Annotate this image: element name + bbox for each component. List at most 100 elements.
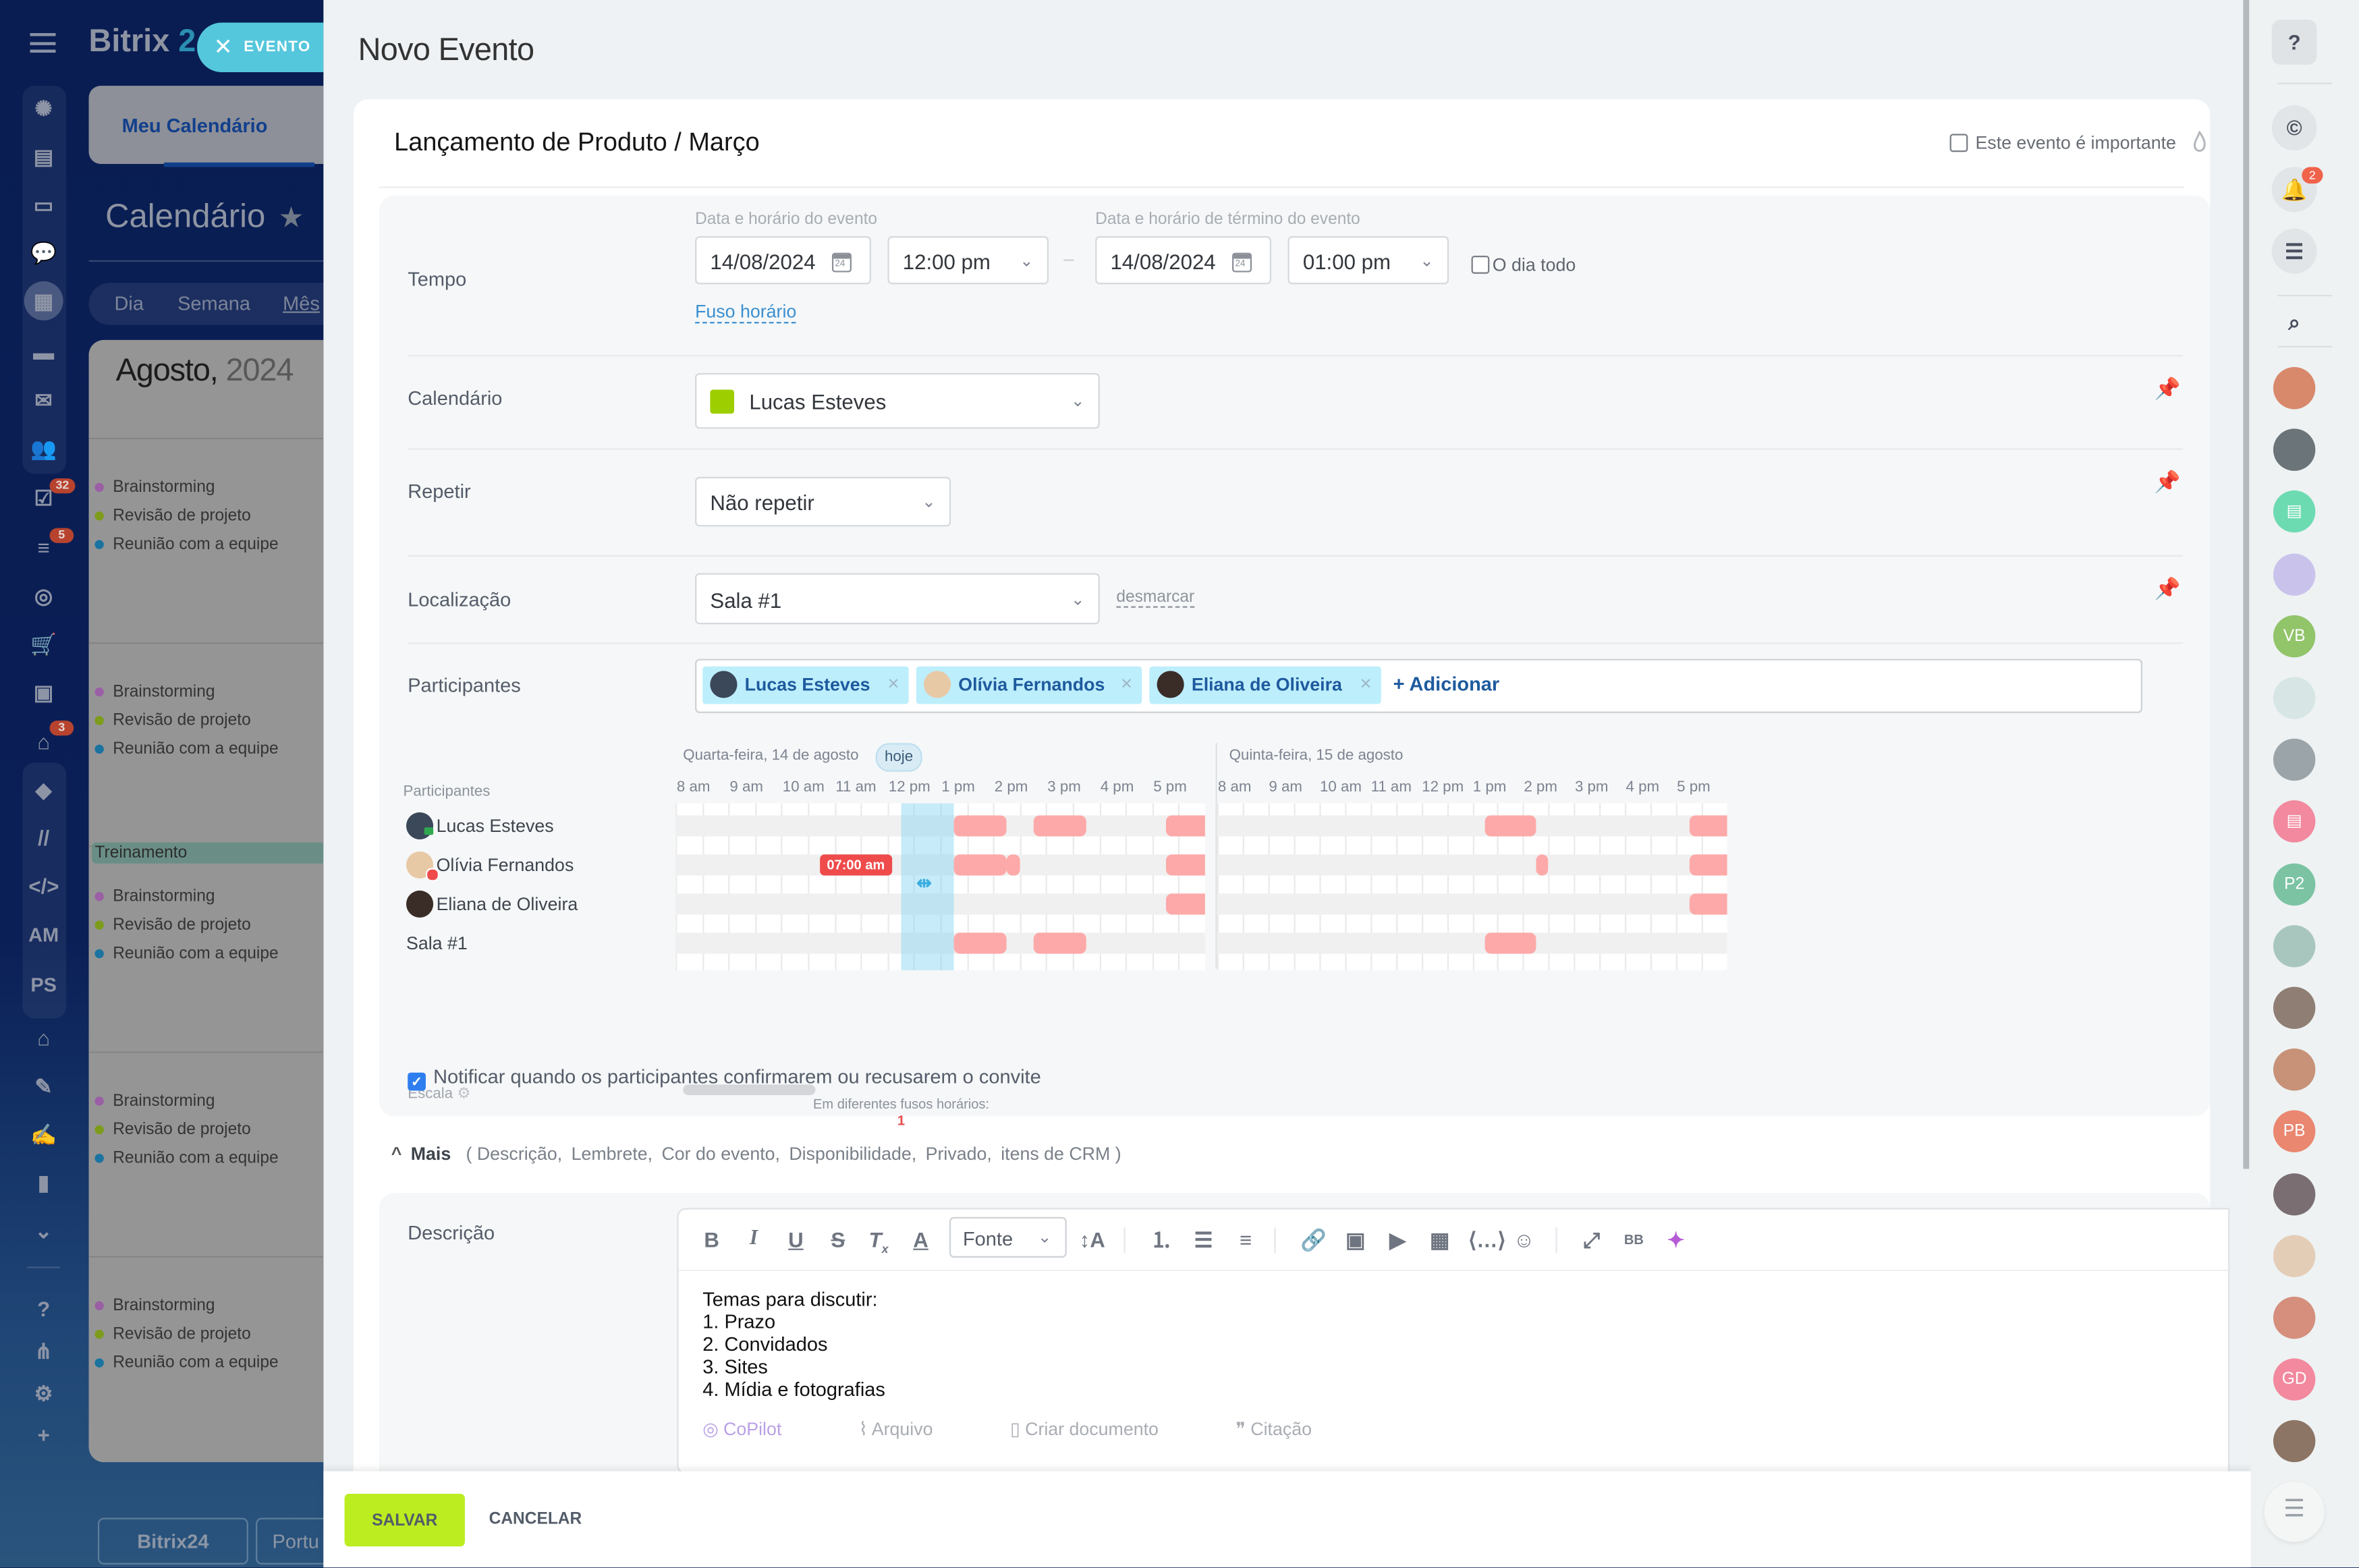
emoji-icon[interactable]: ☺ [1511, 1226, 1538, 1253]
clear-format-icon[interactable]: Tx [865, 1226, 892, 1256]
nav-item-ps[interactable]: PS [18, 974, 70, 996]
calendar-icon[interactable]: ▦ [24, 281, 63, 320]
chat-avatar[interactable] [2273, 986, 2316, 1030]
align-icon[interactable]: ≡ [1232, 1226, 1259, 1253]
pin-icon[interactable]: 📌 [2155, 376, 2181, 400]
chat-avatar[interactable] [2273, 1235, 2316, 1277]
calendar-event[interactable]: Revisão de projeto [94, 916, 251, 934]
tab-my-calendar[interactable]: Meu Calendário [88, 86, 324, 167]
calendar-event[interactable]: Reunião com a equipe [94, 945, 279, 963]
pin-icon[interactable]: 📌 [2155, 576, 2181, 600]
notify-checkbox[interactable]: ✓ [408, 1072, 426, 1091]
chat-avatar[interactable]: ▤ [2273, 491, 2316, 534]
underline-icon[interactable]: U [782, 1226, 809, 1253]
more-section[interactable]: ^ Mais ( Descrição, Lembrete, Cor do evento,… [391, 1143, 1130, 1164]
all-day-toggle[interactable]: O dia todo [1471, 254, 1576, 275]
participant-tag[interactable]: Lucas Esteves ✕ [702, 666, 909, 704]
strikethrough-icon[interactable]: S [825, 1226, 852, 1253]
drive-icon[interactable]: ▬ [28, 337, 59, 367]
important-checkbox[interactable] [1949, 134, 1968, 152]
chat-avatar[interactable]: PB [2273, 1111, 2316, 1153]
editor-content[interactable]: Temas para discutir: 1. Prazo 2. Convidado… [702, 1288, 885, 1401]
ordered-list-icon[interactable]: ⒈ [1148, 1226, 1175, 1253]
more-chevron-icon[interactable]: ⌄ [28, 1216, 59, 1246]
calendar-icon[interactable]: 24 [831, 252, 852, 273]
more-option[interactable]: itens de CRM ) [1001, 1143, 1121, 1164]
bbcode-icon[interactable]: BB [1620, 1226, 1647, 1253]
menu-icon[interactable] [30, 33, 56, 53]
bitrix24-footer-logo[interactable]: Bitrix24 [97, 1517, 248, 1565]
team-icon[interactable]: 👥 [28, 433, 59, 464]
calendar-event[interactable]: Revisão de projeto [94, 1121, 251, 1139]
pin-icon[interactable]: 📌 [2155, 470, 2181, 494]
important-toggle[interactable]: Este evento é importante [1949, 132, 2176, 153]
table-icon[interactable]: ▦ [1426, 1226, 1453, 1253]
cancel-button[interactable]: CANCELAR [489, 1494, 582, 1546]
calendar-event[interactable]: Revisão de projeto [94, 507, 251, 525]
code-icon[interactable]: ⟨…⟩ [1468, 1226, 1506, 1253]
sites-icon[interactable]: // [28, 823, 59, 853]
edit-form-icon[interactable]: ✎ [28, 1071, 59, 1101]
view-month[interactable]: Mês [283, 292, 320, 314]
chat-avatar[interactable] [2273, 739, 2316, 781]
signature-icon[interactable]: ✍ [28, 1119, 59, 1150]
view-week[interactable]: Semana [177, 292, 250, 314]
repeat-select[interactable]: Não repetir ⌄ [695, 476, 951, 527]
font-select[interactable]: Fonte ⌄ [949, 1216, 1067, 1258]
document-icon[interactable]: ▤ [28, 142, 59, 172]
chat-icon[interactable]: 💬 [28, 237, 59, 268]
image-icon[interactable]: ▣ [1342, 1226, 1369, 1253]
add-participant-link[interactable]: + Adicionar [1393, 673, 1500, 695]
chat-avatar[interactable]: P2 [2273, 862, 2316, 905]
chat-avatar[interactable] [2273, 1173, 2316, 1215]
link-icon[interactable]: 🔗 [1300, 1226, 1327, 1253]
slider-scrollbar[interactable] [2243, 0, 2250, 1169]
calendar-event[interactable]: Reunião com a equipe [94, 1149, 279, 1167]
bullet-list-icon[interactable]: ☰ [1190, 1226, 1217, 1253]
target-icon[interactable]: ◎ [28, 581, 59, 611]
fullscreen-icon[interactable]: ⤢ [1578, 1226, 1605, 1253]
calendar-event[interactable]: Revisão de projeto [94, 712, 251, 729]
messenger-icon[interactable]: ☰ [2271, 228, 2317, 274]
settings-icon[interactable]: ⚙ [28, 1378, 59, 1408]
location-select[interactable]: Sala #1 ⌄ [695, 573, 1100, 625]
calendar-icon[interactable]: 24 [1232, 252, 1252, 273]
contact-card-icon[interactable]: ▣ [28, 677, 59, 707]
create-document-button[interactable]: ▯ Criar documento [1010, 1419, 1194, 1440]
mail-icon[interactable]: ✉ [28, 385, 59, 416]
favorite-star-icon[interactable]: ★ [278, 202, 304, 236]
calendar-event[interactable]: Brainstorming [94, 887, 215, 905]
cart-icon[interactable]: 🛒 [28, 629, 59, 659]
search-icon[interactable]: ⌕ [2272, 300, 2317, 345]
save-button[interactable]: SALVAR [344, 1493, 465, 1547]
chat-avatar[interactable]: GD [2273, 1358, 2316, 1401]
resize-handle-icon[interactable]: ⇹ [916, 872, 931, 893]
planner-grid-day2[interactable] [1217, 803, 1727, 971]
end-time-select[interactable]: 01:00 pm ⌄ [1287, 236, 1449, 285]
remove-icon[interactable]: ✕ [1360, 667, 1372, 704]
chat-avatar[interactable] [2273, 1048, 2316, 1091]
more-option[interactable]: Disponibilidade, [789, 1143, 916, 1164]
italic-icon[interactable]: I [740, 1226, 767, 1253]
help-icon[interactable]: ? [2271, 19, 2317, 65]
calendar-event[interactable]: Reunião com a equipe [94, 1354, 279, 1372]
close-slider-button[interactable]: ✕ EVENTO [197, 22, 324, 73]
start-date-input[interactable]: 14/08/2024 24 [695, 236, 871, 285]
calendar-event[interactable]: Revisão de projeto [94, 1325, 251, 1343]
participant-tag[interactable]: Eliana de Oliveira ✕ [1149, 666, 1381, 704]
calendar-event[interactable]: Brainstorming [94, 1297, 215, 1315]
planner-grid-day1[interactable]: ⇹ 07:00 am [675, 803, 1205, 971]
developer-icon[interactable]: </> [28, 871, 59, 901]
copilot-button[interactable]: ◎ CoPilot [702, 1419, 818, 1440]
chat-avatar[interactable] [2273, 428, 2316, 472]
end-date-input[interactable]: 14/08/2024 24 [1095, 236, 1272, 285]
add-icon[interactable]: + [28, 1420, 59, 1451]
event-name-input[interactable]: Lançamento de Produto / Março [394, 128, 760, 159]
help-icon[interactable]: ? [28, 1293, 59, 1324]
text-editor[interactable]: B I U S Tx A Fonte ⌄ ↕A ⒈ ☰ ≡ 🔗 ▣ ▶ ▦ ⟨…… [677, 1208, 2230, 1475]
structure-icon[interactable]: ⋔ [28, 1336, 59, 1366]
more-option[interactable]: ( Descrição, [466, 1143, 563, 1164]
copilot-icon[interactable]: © [2271, 105, 2317, 150]
news-icon[interactable]: ▭ [28, 190, 59, 220]
calendar-event[interactable]: Reunião com a equipe [94, 536, 279, 553]
